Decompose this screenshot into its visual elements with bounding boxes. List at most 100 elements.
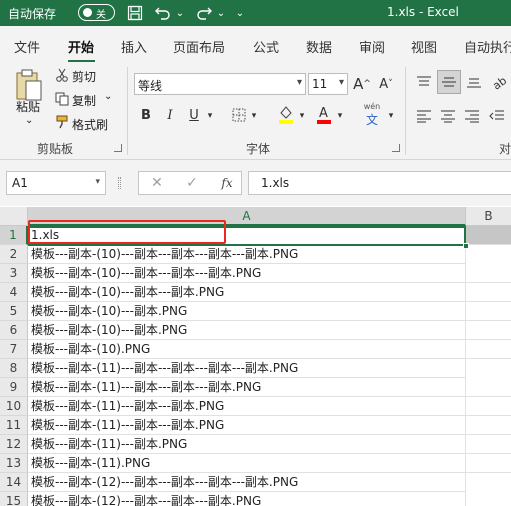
autosave-toggle[interactable]: 关 — [78, 4, 115, 21]
underline-dropdown-icon[interactable]: ▾ — [205, 106, 215, 126]
fill-color-dropdown-icon[interactable]: ▾ — [297, 106, 307, 126]
cell-a[interactable]: 模板---副本-(11)---副本---副本.PNG — [28, 397, 466, 416]
cell-a[interactable]: 模板---副本-(11)---副本---副本---副本---副本.PNG — [28, 359, 466, 378]
cut-label[interactable]: 剪切 — [72, 68, 96, 85]
tab-home[interactable]: 开始 — [68, 37, 94, 56]
tab-page-layout[interactable]: 页面布局 — [173, 37, 225, 56]
align-middle-icon[interactable] — [437, 70, 461, 94]
orientation-icon[interactable]: ab — [489, 72, 509, 92]
row-header[interactable]: 2 — [0, 245, 28, 264]
italic-button[interactable]: I — [162, 105, 178, 125]
cell-b[interactable] — [466, 435, 511, 454]
formula-input[interactable]: 1.xls — [248, 171, 511, 195]
clipboard-dialog-launcher-icon[interactable] — [114, 144, 122, 152]
redo-dropdown-icon[interactable]: ⌄ — [215, 3, 227, 23]
cell-a[interactable]: 模板---副本-(12)---副本---副本---副本---副本.PNG — [28, 473, 466, 492]
cell-a[interactable]: 模板---副本-(10)---副本---副本---副本---副本.PNG — [28, 245, 466, 264]
paste-dropdown-icon[interactable]: ⌄ — [25, 115, 33, 126]
borders-icon[interactable] — [230, 105, 248, 125]
borders-dropdown-icon[interactable]: ▾ — [249, 106, 259, 126]
enter-icon[interactable]: ✓ — [183, 174, 201, 192]
insert-function-icon[interactable]: fx — [217, 174, 237, 192]
tab-insert[interactable]: 插入 — [121, 37, 147, 56]
phonetic-dropdown-icon[interactable]: ▾ — [386, 106, 396, 126]
bold-button[interactable]: B — [138, 105, 154, 125]
name-box[interactable]: A1 ▾ — [6, 171, 106, 195]
tab-file[interactable]: 文件 — [14, 37, 40, 56]
cell-b[interactable] — [466, 340, 511, 359]
undo-dropdown-icon[interactable]: ⌄ — [174, 3, 186, 23]
undo-icon[interactable] — [152, 3, 174, 23]
font-color-dropdown-icon[interactable]: ▾ — [335, 106, 345, 126]
formula-bar-resize-handle[interactable] — [118, 177, 121, 189]
decrease-indent-icon[interactable] — [487, 106, 507, 126]
cell-a[interactable]: 模板---副本-(11)---副本---副本---副本.PNG — [28, 378, 466, 397]
cell-b[interactable] — [466, 226, 511, 245]
row-header[interactable]: 1 — [0, 226, 28, 245]
underline-button[interactable]: U — [186, 105, 202, 125]
cell-b[interactable] — [466, 264, 511, 283]
cell-a[interactable]: 模板---副本-(10).PNG — [28, 340, 466, 359]
row-header[interactable]: 8 — [0, 359, 28, 378]
tab-view[interactable]: 视图 — [411, 37, 437, 56]
cell-b[interactable] — [466, 397, 511, 416]
redo-icon[interactable] — [193, 3, 215, 23]
row-header[interactable]: 12 — [0, 435, 28, 454]
cell-b[interactable] — [466, 321, 511, 340]
save-icon[interactable] — [124, 3, 146, 23]
fill-color-icon[interactable] — [276, 103, 296, 127]
align-top-icon[interactable] — [414, 72, 434, 92]
select-all-corner[interactable] — [0, 207, 28, 226]
tab-review[interactable]: 审阅 — [359, 37, 385, 56]
font-name-select[interactable]: 等线 ▾ — [134, 73, 306, 95]
copy-label[interactable]: 复制 — [72, 92, 96, 109]
cut-icon[interactable] — [54, 67, 70, 83]
cancel-icon[interactable]: ✕ — [148, 174, 166, 192]
copy-dropdown-icon[interactable]: ⌄ — [104, 91, 112, 102]
row-header[interactable]: 7 — [0, 340, 28, 359]
row-header[interactable]: 13 — [0, 454, 28, 473]
cell-a[interactable]: 模板---副本-(10)---副本.PNG — [28, 302, 466, 321]
tab-automate[interactable]: 自动执行 — [464, 37, 511, 56]
format-painter-label[interactable]: 格式刷 — [72, 116, 108, 133]
font-dialog-launcher-icon[interactable] — [392, 144, 400, 152]
cell-a[interactable]: 模板---副本-(10)---副本---副本---副本.PNG — [28, 264, 466, 283]
format-painter-icon[interactable] — [54, 114, 70, 130]
row-header[interactable]: 6 — [0, 321, 28, 340]
shrink-font-icon[interactable]: A ˅ — [376, 74, 396, 94]
row-header[interactable]: 14 — [0, 473, 28, 492]
tab-formulas[interactable]: 公式 — [253, 37, 279, 56]
row-header[interactable]: 9 — [0, 378, 28, 397]
grow-font-icon[interactable]: A ^ — [352, 74, 372, 94]
align-left-icon[interactable] — [414, 106, 434, 126]
row-header[interactable]: 5 — [0, 302, 28, 321]
cell-b[interactable] — [466, 416, 511, 435]
font-size-select[interactable]: 11 ▾ — [308, 73, 348, 95]
row-header[interactable]: 11 — [0, 416, 28, 435]
row-header[interactable]: 15 — [0, 492, 28, 506]
cell-b[interactable] — [466, 378, 511, 397]
cell-b[interactable] — [466, 454, 511, 473]
column-header-b[interactable]: B — [466, 207, 511, 226]
align-right-icon[interactable] — [462, 106, 482, 126]
font-color-icon[interactable]: A — [314, 103, 334, 127]
cell-a[interactable]: 模板---副本-(12)---副本---副本---副本.PNG — [28, 492, 466, 506]
align-center-icon[interactable] — [438, 106, 458, 126]
phonetic-guide-icon[interactable]: wén 文 — [360, 102, 384, 128]
cell-a[interactable]: 模板---副本-(11)---副本.PNG — [28, 435, 466, 454]
cell-a[interactable]: 模板---副本-(11).PNG — [28, 454, 466, 473]
row-header[interactable]: 3 — [0, 264, 28, 283]
cell-b[interactable] — [466, 302, 511, 321]
row-header[interactable]: 4 — [0, 283, 28, 302]
row-header[interactable]: 10 — [0, 397, 28, 416]
fill-handle[interactable] — [463, 243, 469, 249]
customize-toolbar-icon[interactable]: ⌄ — [233, 3, 247, 23]
cell-a[interactable]: 模板---副本-(11)---副本---副本.PNG — [28, 416, 466, 435]
paste-label[interactable]: 粘贴 — [16, 98, 40, 115]
tab-data[interactable]: 数据 — [306, 37, 332, 56]
copy-icon[interactable] — [54, 91, 70, 107]
align-bottom-icon[interactable] — [464, 72, 484, 92]
cell-b[interactable] — [466, 283, 511, 302]
cell-a[interactable]: 模板---副本-(10)---副本---副本.PNG — [28, 283, 466, 302]
cell-a[interactable]: 模板---副本-(10)---副本.PNG — [28, 321, 466, 340]
